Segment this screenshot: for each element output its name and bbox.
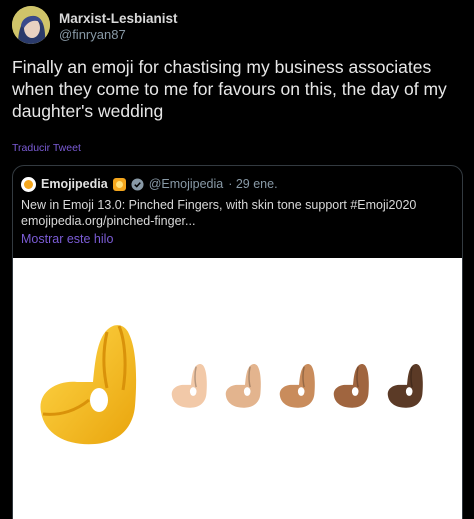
quoted-author-name[interactable]: Emojipedia [41,177,108,191]
show-thread-link[interactable]: Mostrar este hilo [21,232,113,246]
quoted-text-line1: New in Emoji 13.0: Pinched Fingers, with… [21,198,417,212]
tweet-header: Marxist-Lesbianist @finryan87 [12,6,462,46]
quoted-tweet[interactable]: Emojipedia @Emojipedia · 29 ene. New in … [12,165,463,519]
emojipedia-badge-icon [112,177,126,191]
author-name[interactable]: Marxist-Lesbianist [59,11,178,26]
author-handle[interactable]: @finryan87 [59,27,126,42]
pinched-fingers-skin-tone-icon [333,364,369,408]
quoted-link[interactable]: emojipedia.org/pinched-finger... [21,214,451,230]
quoted-text: New in Emoji 13.0: Pinched Fingers, with… [21,198,451,229]
tweet-text: Finally an emoji for chastising my busin… [12,57,447,121]
pinched-fingers-skin-tone-icon [387,364,423,408]
verified-icon [131,177,144,191]
quoted-media-image[interactable] [13,258,462,519]
quoted-author-handle[interactable]: @Emojipedia [149,177,224,191]
quoted-date[interactable]: · 29 ene. [228,177,277,191]
pinched-fingers-skin-tone-icon [225,364,261,408]
pinched-fingers-icon [40,325,137,445]
pinched-fingers-skin-tone-icon [171,364,207,408]
quoted-tweet-header: Emojipedia @Emojipedia · 29 ene. [21,176,278,192]
avatar[interactable] [12,6,50,44]
translate-tweet-link[interactable]: Traducir Tweet [12,142,81,154]
quoted-avatar[interactable] [21,176,36,192]
pinched-fingers-skin-tone-icon [279,364,315,408]
